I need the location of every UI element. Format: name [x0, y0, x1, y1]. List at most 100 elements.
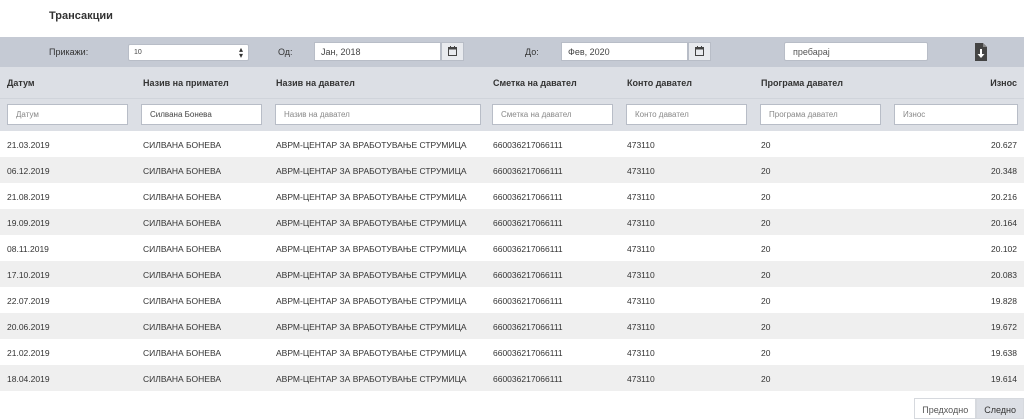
cell-amount: 20.083 [991, 270, 1017, 280]
cell-payer: АВРМ-ЦЕНТАР ЗА ВРАБОТУВАЊЕ СТРУМИЦА [276, 348, 467, 358]
cell-account: 660036217066111 [493, 296, 563, 306]
cell-konto: 473110 [627, 140, 655, 150]
cell-account: 660036217066111 [493, 140, 563, 150]
table-row[interactable]: 21.03.2019 СИЛВАНА БОНЕВА АВРМ-ЦЕНТАР ЗА В… [0, 131, 1024, 157]
cell-amount: 20.164 [991, 218, 1017, 228]
search-input[interactable]: пребарај [784, 42, 928, 61]
account-filter-input[interactable]: Сметка на давател [492, 104, 613, 125]
recipient-filter-input[interactable]: Силвана Бонева [141, 104, 262, 125]
cell-recipient: СИЛВАНА БОНЕВА [143, 166, 222, 176]
prev-page-button[interactable]: Предходно [914, 398, 977, 419]
cell-date: 17.10.2019 [7, 270, 50, 280]
col-payer-program[interactable]: Програма давател [761, 78, 843, 88]
from-calendar-button[interactable] [441, 42, 464, 61]
cell-konto: 473110 [627, 270, 655, 280]
download-file-icon[interactable] [973, 42, 989, 62]
cell-program: 20 [761, 348, 771, 358]
col-date[interactable]: Датум [7, 78, 35, 88]
cell-recipient: СИЛВАНА БОНЕВА [143, 218, 222, 228]
table-row[interactable]: 18.04.2019 СИЛВАНА БОНЕВА АВРМ-ЦЕНТАР ЗА В… [0, 365, 1024, 391]
table-row[interactable]: 21.08.2019 СИЛВАНА БОНЕВА АВРМ-ЦЕНТАР ЗА В… [0, 183, 1024, 209]
col-payer-name[interactable]: Назив на давател [276, 78, 355, 88]
next-page-button[interactable]: Следно [976, 398, 1024, 419]
table-row[interactable]: 06.12.2019 СИЛВАНА БОНЕВА АВРМ-ЦЕНТАР ЗА В… [0, 157, 1024, 183]
cell-date: 21.08.2019 [7, 192, 50, 202]
table-row[interactable]: 17.10.2019 СИЛВАНА БОНЕВА АВРМ-ЦЕНТАР ЗА В… [0, 261, 1024, 287]
to-date-input[interactable]: Фев, 2020 [561, 42, 688, 61]
cell-account: 660036217066111 [493, 348, 563, 358]
cell-amount: 19.614 [991, 374, 1017, 384]
cell-konto: 473110 [627, 192, 655, 202]
table-row[interactable]: 19.09.2019 СИЛВАНА БОНЕВА АВРМ-ЦЕНТАР ЗА В… [0, 209, 1024, 235]
cell-program: 20 [761, 374, 771, 384]
program-filter-input[interactable]: Програма давател [760, 104, 881, 125]
pagination: Предходно Следно [914, 398, 1024, 419]
cell-program: 20 [761, 218, 771, 228]
cell-program: 20 [761, 270, 771, 280]
select-arrows-icon: ▴ ▾ [238, 45, 243, 60]
filter-row: Датум Силвана Бонева Назив на давател См… [0, 98, 1024, 131]
table-row[interactable]: 22.07.2019 СИЛВАНА БОНЕВА АВРМ-ЦЕНТАР ЗА В… [0, 287, 1024, 313]
cell-payer: АВРМ-ЦЕНТАР ЗА ВРАБОТУВАЊЕ СТРУМИЦА [276, 296, 467, 306]
cell-amount: 20.627 [991, 140, 1017, 150]
col-payer-konto[interactable]: Конто давател [627, 78, 692, 88]
filter-bar: Прикажи: 10 ▴ ▾ Од: Јан, 2018 До: Фев, 20… [0, 37, 1024, 67]
cell-konto: 473110 [627, 374, 655, 384]
cell-konto: 473110 [627, 166, 655, 176]
cell-konto: 473110 [627, 296, 655, 306]
cell-account: 660036217066111 [493, 192, 563, 202]
date-filter-input[interactable]: Датум [7, 104, 128, 125]
to-calendar-button[interactable] [688, 42, 711, 61]
cell-recipient: СИЛВАНА БОНЕВА [143, 296, 222, 306]
cell-amount: 19.672 [991, 322, 1017, 332]
cell-payer: АВРМ-ЦЕНТАР ЗА ВРАБОТУВАЊЕ СТРУМИЦА [276, 244, 467, 254]
cell-program: 20 [761, 140, 771, 150]
cell-amount: 19.828 [991, 296, 1017, 306]
table-row[interactable]: 21.02.2019 СИЛВАНА БОНЕВА АВРМ-ЦЕНТАР ЗА В… [0, 339, 1024, 365]
cell-payer: АВРМ-ЦЕНТАР ЗА ВРАБОТУВАЊЕ СТРУМИЦА [276, 166, 467, 176]
cell-payer: АВРМ-ЦЕНТАР ЗА ВРАБОТУВАЊЕ СТРУМИЦА [276, 218, 467, 228]
cell-konto: 473110 [627, 244, 655, 254]
cell-account: 660036217066111 [493, 374, 563, 384]
cell-program: 20 [761, 166, 771, 176]
col-payer-account[interactable]: Сметка на давател [493, 78, 577, 88]
cell-payer: АВРМ-ЦЕНТАР ЗА ВРАБОТУВАЊЕ СТРУМИЦА [276, 322, 467, 332]
cell-date: 20.06.2019 [7, 322, 50, 332]
cell-payer: АВРМ-ЦЕНТАР ЗА ВРАБОТУВАЊЕ СТРУМИЦА [276, 140, 467, 150]
col-recipient-name[interactable]: Назив на примател [143, 78, 229, 88]
cell-konto: 473110 [627, 348, 655, 358]
page-size-select[interactable]: 10 ▴ ▾ [128, 44, 249, 61]
transactions-table: Датум Назив на примател Назив на давател… [0, 67, 1024, 391]
cell-recipient: СИЛВАНА БОНЕВА [143, 374, 222, 384]
cell-payer: АВРМ-ЦЕНТАР ЗА ВРАБОТУВАЊЕ СТРУМИЦА [276, 374, 467, 384]
cell-amount: 20.102 [991, 244, 1017, 254]
from-label: Од: [278, 47, 293, 57]
cell-date: 22.07.2019 [7, 296, 50, 306]
cell-account: 660036217066111 [493, 218, 563, 228]
cell-konto: 473110 [627, 322, 655, 332]
cell-recipient: СИЛВАНА БОНЕВА [143, 348, 222, 358]
table-header: Датум Назив на примател Назив на давател… [0, 67, 1024, 98]
amount-filter-input[interactable]: Износ [894, 104, 1018, 125]
cell-recipient: СИЛВАНА БОНЕВА [143, 192, 222, 202]
cell-program: 20 [761, 192, 771, 202]
calendar-icon [695, 46, 704, 56]
page-size-value: 10 [134, 49, 142, 56]
cell-date: 08.11.2019 [7, 244, 49, 254]
table-row[interactable]: 08.11.2019 СИЛВАНА БОНЕВА АВРМ-ЦЕНТАР ЗА В… [0, 235, 1024, 261]
cell-recipient: СИЛВАНА БОНЕВА [143, 322, 222, 332]
cell-date: 21.03.2019 [7, 140, 50, 150]
cell-account: 660036217066111 [493, 322, 563, 332]
cell-account: 660036217066111 [493, 166, 563, 176]
cell-recipient: СИЛВАНА БОНЕВА [143, 270, 222, 280]
cell-recipient: СИЛВАНА БОНЕВА [143, 244, 222, 254]
konto-filter-input[interactable]: Конто давател [626, 104, 747, 125]
table-row[interactable]: 20.06.2019 СИЛВАНА БОНЕВА АВРМ-ЦЕНТАР ЗА В… [0, 313, 1024, 339]
cell-date: 06.12.2019 [7, 166, 50, 176]
from-date-input[interactable]: Јан, 2018 [314, 42, 441, 61]
cell-program: 20 [761, 322, 771, 332]
col-amount[interactable]: Износ [990, 78, 1017, 88]
cell-program: 20 [761, 296, 771, 306]
cell-amount: 20.216 [991, 192, 1017, 202]
payer-filter-input[interactable]: Назив на давател [275, 104, 481, 125]
